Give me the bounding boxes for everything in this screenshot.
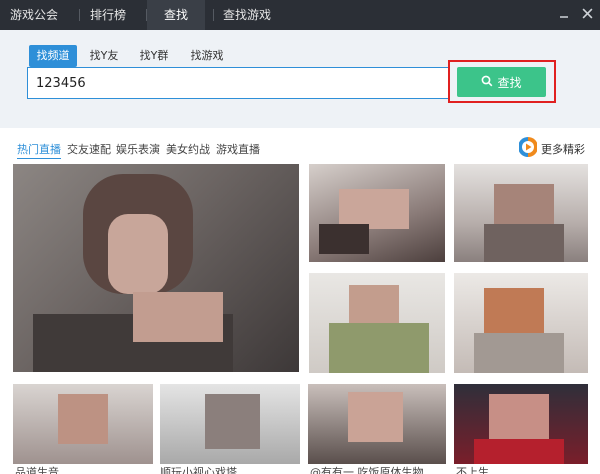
- category-battle[interactable]: 美女约战: [166, 141, 210, 157]
- stream-caption: 品道生音: [15, 466, 59, 474]
- top-nav-bar: 游戏公会 排行榜 查找 查找游戏: [0, 0, 600, 30]
- thumbnail-image: [329, 323, 429, 373]
- category-game-live[interactable]: 游戏直播: [216, 141, 260, 157]
- thumbnail-image: [474, 439, 564, 464]
- thumbnail-image: [108, 214, 168, 294]
- thumbnail-image: [484, 224, 564, 262]
- more-link[interactable]: 更多精彩: [518, 136, 585, 161]
- category-hot-live[interactable]: 热门直播: [17, 141, 61, 159]
- search-input[interactable]: [27, 67, 449, 99]
- category-dating[interactable]: 交友速配: [67, 141, 111, 157]
- stream-caption: 不上生: [456, 466, 489, 474]
- search-icon: [481, 75, 493, 90]
- featured-stream-thumbnail[interactable]: [13, 164, 299, 372]
- search-panel: 找频道 找Y友 找Y群 找游戏 查找: [0, 30, 600, 128]
- thumbnail-image: [348, 392, 403, 442]
- thumbnail-image: [133, 292, 223, 342]
- search-tab-group[interactable]: 找Y群: [133, 45, 175, 67]
- nav-tab-guild[interactable]: 游戏公会: [0, 0, 68, 30]
- stream-caption: 顺玩小视心戏塔: [160, 466, 237, 474]
- nav-tab-ranking[interactable]: 排行榜: [80, 0, 136, 30]
- search-tab-game[interactable]: 找游戏: [184, 45, 230, 67]
- thumbnail-image: [339, 189, 409, 229]
- stream-thumbnail[interactable]: [309, 164, 445, 262]
- stream-thumbnail[interactable]: [454, 384, 588, 464]
- thumbnail-image: [319, 224, 369, 254]
- thumbnail-image: [58, 394, 108, 444]
- nav-tab-search[interactable]: 查找: [147, 0, 205, 30]
- nav-tab-find-game[interactable]: 查找游戏: [214, 0, 280, 30]
- stream-caption: @有有一 吃饭原体生物: [310, 466, 424, 474]
- search-tab-channel[interactable]: 找频道: [29, 45, 77, 67]
- search-button-label: 查找: [497, 75, 522, 90]
- stream-thumbnail[interactable]: [454, 273, 588, 373]
- stream-thumbnail[interactable]: [13, 384, 153, 464]
- thumbnail-image: [205, 394, 260, 449]
- thumbnail-image: [474, 333, 564, 373]
- stream-thumbnail[interactable]: [309, 273, 445, 373]
- stream-thumbnail[interactable]: [308, 384, 446, 464]
- stream-thumbnail[interactable]: [160, 384, 300, 464]
- category-entertainment[interactable]: 娱乐表演: [116, 141, 160, 157]
- more-label: 更多精彩: [541, 142, 585, 156]
- minimize-icon[interactable]: [555, 6, 573, 24]
- play-circle-icon: [518, 136, 538, 161]
- close-icon[interactable]: [578, 6, 596, 24]
- stream-thumbnail[interactable]: [454, 164, 588, 262]
- search-tab-friend[interactable]: 找Y友: [83, 45, 125, 67]
- search-button[interactable]: 查找: [457, 67, 546, 97]
